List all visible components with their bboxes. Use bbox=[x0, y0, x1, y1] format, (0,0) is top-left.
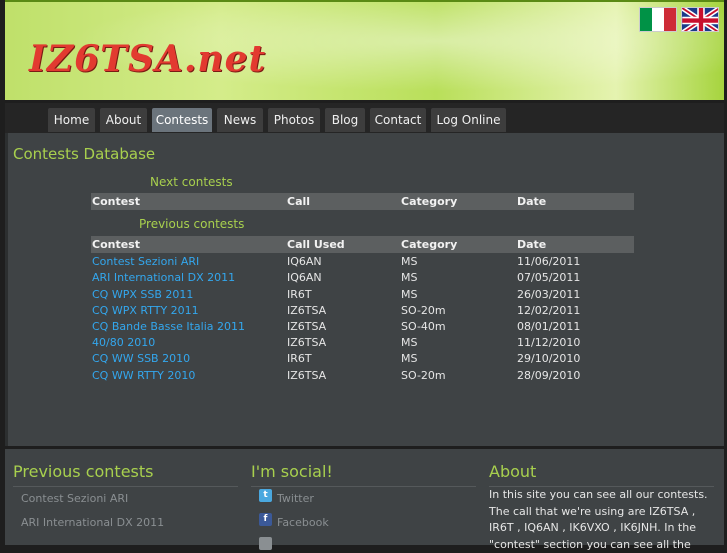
date-cell: 07/05/2011 bbox=[517, 271, 581, 284]
column-header-call-used: Call Used bbox=[287, 238, 345, 251]
category-cell: MS bbox=[401, 288, 418, 301]
contest-link[interactable]: CQ WPX SSB 2011 bbox=[92, 286, 193, 303]
tab-contact[interactable]: Contact bbox=[370, 108, 426, 132]
next-contests-heading: Next contests bbox=[150, 175, 233, 189]
contest-link[interactable]: Contest Sezioni ARI bbox=[92, 253, 199, 270]
footer-about-text: In this site you can see all our contest… bbox=[489, 488, 708, 551]
category-cell: MS bbox=[401, 271, 418, 284]
call-cell: IQ6AN bbox=[287, 255, 322, 268]
date-cell: 12/02/2011 bbox=[517, 304, 581, 317]
italian-flag-icon[interactable] bbox=[639, 7, 677, 32]
table-row: Contest Sezioni ARI IQ6AN MS 11/06/2011 bbox=[91, 253, 634, 269]
next-contests-table-header: Contest Call Category Date bbox=[91, 193, 634, 210]
tab-blog[interactable]: Blog bbox=[325, 108, 365, 132]
table-row: ARI International DX 2011 IQ6AN MS 07/05… bbox=[91, 269, 634, 285]
footer-divider bbox=[251, 486, 476, 487]
tab-home[interactable]: Home bbox=[48, 108, 95, 132]
table-row: CQ WPX RTTY 2011 IZ6TSA SO-20m 12/02/201… bbox=[91, 302, 634, 318]
footer-social-title: I'm social! bbox=[251, 462, 333, 481]
column-header-category: Category bbox=[401, 238, 458, 251]
twitter-icon[interactable]: t bbox=[259, 489, 272, 502]
call-cell: IZ6TSA bbox=[287, 304, 327, 317]
call-cell: IZ6TSA bbox=[287, 369, 327, 382]
date-cell: 28/09/2010 bbox=[517, 369, 581, 382]
social-icon[interactable] bbox=[259, 537, 272, 550]
footer-about-title: About bbox=[489, 462, 537, 481]
tab-news[interactable]: News bbox=[217, 108, 263, 132]
table-row: CQ WPX SSB 2011 IR6T MS 26/03/2011 bbox=[91, 286, 634, 302]
footer-divider bbox=[13, 486, 238, 487]
column-header-contest: Contest bbox=[92, 238, 140, 251]
english-flag-icon[interactable] bbox=[681, 7, 719, 32]
category-cell: SO-40m bbox=[401, 320, 446, 333]
footer-contest-link[interactable]: Contest Sezioni ARI bbox=[21, 492, 128, 505]
call-cell: IR6T bbox=[287, 288, 312, 301]
contest-link[interactable]: CQ WW SSB 2010 bbox=[92, 350, 190, 367]
date-cell: 29/10/2010 bbox=[517, 352, 581, 365]
column-header-contest: Contest bbox=[92, 195, 140, 208]
category-cell: MS bbox=[401, 352, 418, 365]
date-cell: 11/12/2010 bbox=[517, 336, 581, 349]
date-cell: 26/03/2011 bbox=[517, 288, 581, 301]
facebook-link[interactable]: Facebook bbox=[277, 516, 329, 529]
footer-previous-contests-title: Previous contests bbox=[13, 462, 154, 481]
table-row: CQ Bande Basse Italia 2011 IZ6TSA SO-40m… bbox=[91, 318, 634, 334]
category-cell: SO-20m bbox=[401, 304, 446, 317]
tab-photos[interactable]: Photos bbox=[268, 108, 320, 132]
facebook-icon[interactable]: f bbox=[259, 513, 272, 526]
contest-link[interactable]: CQ WW RTTY 2010 bbox=[92, 367, 195, 384]
previous-contests-table-header: Contest Call Used Category Date bbox=[91, 236, 634, 253]
call-cell: IR6T bbox=[287, 352, 312, 365]
category-cell: SO-20m bbox=[401, 369, 446, 382]
tab-contests[interactable]: Contests bbox=[152, 108, 212, 132]
table-row: 40/80 2010 IZ6TSA MS 11/12/2010 bbox=[91, 334, 634, 350]
twitter-link[interactable]: Twitter bbox=[277, 492, 314, 505]
call-cell: IQ6AN bbox=[287, 271, 322, 284]
tab-about[interactable]: About bbox=[100, 108, 147, 132]
table-row: CQ WW RTTY 2010 IZ6TSA SO-20m 28/09/2010 bbox=[91, 367, 634, 383]
category-cell: MS bbox=[401, 255, 418, 268]
site-logo[interactable]: IZ6TSA.net bbox=[29, 38, 266, 80]
contest-link[interactable]: ARI International DX 2011 bbox=[92, 269, 235, 286]
column-header-date: Date bbox=[517, 238, 547, 251]
contest-link[interactable]: CQ Bande Basse Italia 2011 bbox=[92, 318, 245, 335]
contest-link[interactable]: CQ WPX RTTY 2011 bbox=[92, 302, 199, 319]
date-cell: 11/06/2011 bbox=[517, 255, 581, 268]
contest-link[interactable]: 40/80 2010 bbox=[92, 334, 155, 351]
category-cell: MS bbox=[401, 336, 418, 349]
call-cell: IZ6TSA bbox=[287, 336, 327, 349]
table-row: CQ WW SSB 2010 IR6T MS 29/10/2010 bbox=[91, 350, 634, 366]
tab-log-online[interactable]: Log Online bbox=[431, 108, 506, 132]
column-header-call: Call bbox=[287, 195, 311, 208]
call-cell: IZ6TSA bbox=[287, 320, 327, 333]
date-cell: 08/01/2011 bbox=[517, 320, 581, 333]
page-title: Contests Database bbox=[13, 145, 156, 163]
column-header-date: Date bbox=[517, 195, 547, 208]
previous-contests-heading: Previous contests bbox=[139, 217, 245, 231]
column-header-category: Category bbox=[401, 195, 458, 208]
footer-contest-link[interactable]: ARI International DX 2011 bbox=[21, 516, 164, 529]
